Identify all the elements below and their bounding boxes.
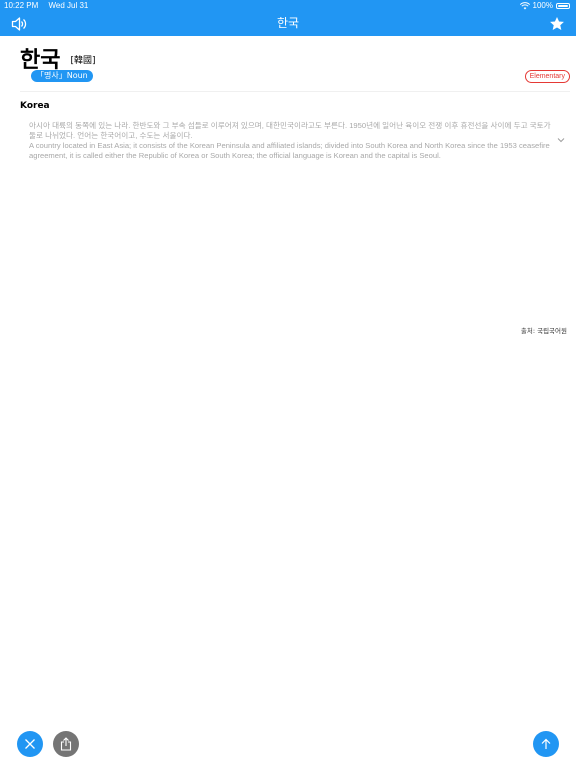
source-label: 출처: 국립국어원 xyxy=(520,327,567,335)
battery-percent: 100% xyxy=(532,1,553,10)
arrow-up-icon xyxy=(541,738,551,749)
nav-bar: 한국 xyxy=(0,11,576,36)
definition-english: A country located in East Asia; it consi… xyxy=(29,141,550,160)
wifi-icon xyxy=(519,1,530,9)
status-time: 10:22 PM xyxy=(4,1,39,10)
scroll-to-top-button[interactable] xyxy=(533,731,559,757)
sense-title: Korea xyxy=(20,101,50,111)
level-badge: Elementary xyxy=(524,70,570,83)
close-icon xyxy=(25,739,35,749)
status-bar: 10:22 PM Wed Jul 31 100% xyxy=(0,0,576,11)
star-icon xyxy=(550,17,564,30)
definition-korean: 아시아 대륙의 동쪽에 있는 나라. 한반도와 그 부속 섬들로 이루어져 있으… xyxy=(29,121,551,140)
part-of-speech-badge: 「명사」Noun xyxy=(31,70,93,82)
page-title: 한국 xyxy=(276,16,300,30)
close-button[interactable] xyxy=(17,731,43,757)
definition[interactable]: 아시아 대륙의 동쪽에 있는 나라. 한반도와 그 부속 섬들로 이루어져 있으… xyxy=(29,121,553,161)
status-date: Wed Jul 31 xyxy=(48,1,89,10)
battery-icon xyxy=(556,2,570,9)
chevron-down-icon[interactable] xyxy=(556,135,566,145)
hanja: [韓國] xyxy=(70,56,96,66)
share-button[interactable] xyxy=(53,731,79,757)
divider xyxy=(20,91,570,92)
share-icon xyxy=(60,737,72,751)
favorite-button[interactable] xyxy=(546,13,568,35)
